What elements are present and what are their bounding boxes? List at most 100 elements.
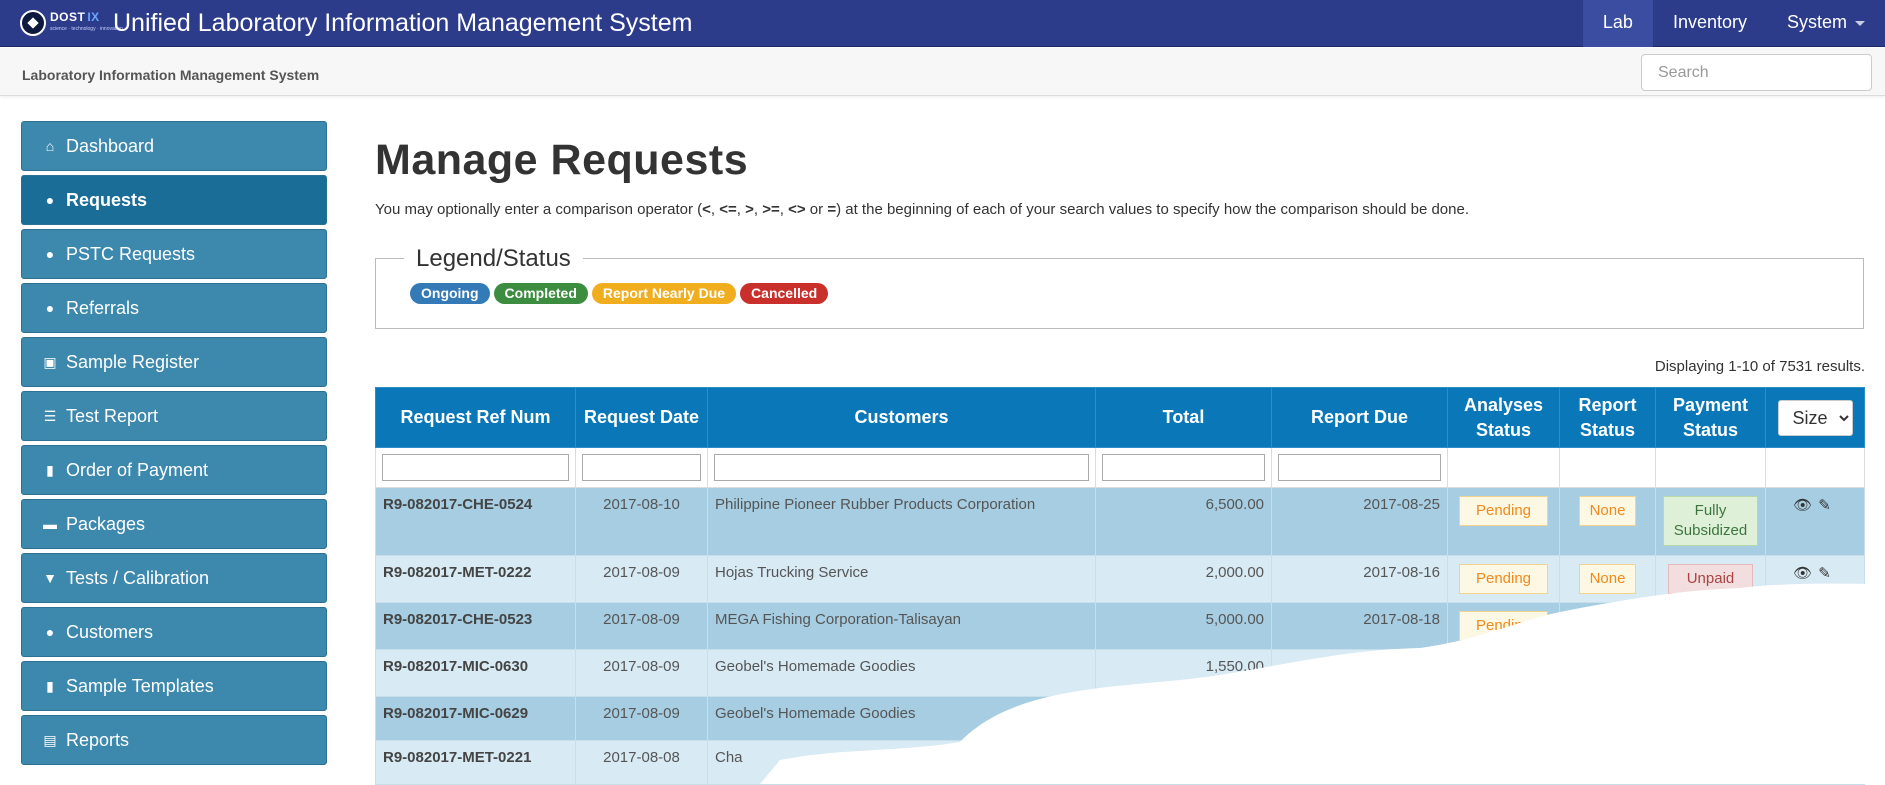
- inbox-icon: ▣: [43, 353, 57, 370]
- payment-status: Fully Subsidized: [1663, 496, 1758, 546]
- list-icon: ☰: [43, 407, 57, 424]
- cell-ref: R9-082017-MET-0221: [375, 740, 576, 785]
- report-status: None: [1578, 496, 1637, 526]
- page-size-select[interactable]: Size: [1777, 399, 1853, 436]
- sidebar-item-reports[interactable]: ▤ Reports: [21, 715, 327, 765]
- nav-system[interactable]: System: [1767, 0, 1885, 47]
- sidebar-item-packages[interactable]: ▬ Packages: [21, 499, 327, 549]
- nav-inventory[interactable]: Inventory: [1653, 0, 1767, 47]
- edit-icon[interactable]: ✎: [1818, 497, 1837, 514]
- sidebar-item-label: Sample Templates: [66, 675, 214, 696]
- chevron-down-icon: [1855, 20, 1865, 26]
- sidebar-item-tests-calibration[interactable]: ▼ Tests / Calibration: [21, 553, 327, 603]
- sidebar-item-dashboard[interactable]: ⌂ Dashboard: [21, 121, 327, 171]
- badge-completed: Completed: [493, 283, 588, 304]
- col-header-total[interactable]: Total: [1095, 387, 1272, 448]
- cell-customer: MEGA Fishing Corporation-Talisayan: [707, 602, 1096, 650]
- filter-row: [375, 447, 1865, 488]
- badge-report-nearly-due: Report Nearly Due: [591, 283, 737, 304]
- table-row[interactable]: R9-082017-MIC-0630 2017-08-09 Geobel's H…: [375, 649, 1865, 697]
- top-nav: Lab Inventory System: [1582, 0, 1885, 47]
- table-row[interactable]: R9-082017-MET-0221 2017-08-08 Cha: [375, 740, 1865, 785]
- cell-ref: R9-082017-MIC-0630: [375, 649, 576, 697]
- cell-customer: Hojas Trucking Service: [707, 555, 1096, 603]
- requests-table: Request Ref Num Request Date Customers T…: [375, 387, 1865, 785]
- sidebar: ⌂ Dashboard ● Requests ● PSTC Requests ● Ref…: [21, 121, 327, 769]
- cell-report-due: 2017-08-16: [1271, 555, 1448, 603]
- col-header-customers[interactable]: Customers: [707, 387, 1096, 448]
- cell-report-due: 2017-08-25: [1271, 487, 1448, 556]
- cell-total: 5,000.00: [1095, 602, 1272, 650]
- logo-suffix: IX: [87, 10, 100, 24]
- cell-ref: R9-082017-MIC-0629: [375, 696, 576, 741]
- filter-total-input[interactable]: [1102, 454, 1265, 481]
- nav-lab[interactable]: Lab: [1582, 0, 1653, 47]
- col-header-report-due[interactable]: Report Due: [1271, 387, 1448, 448]
- nav-lab-label: Lab: [1602, 12, 1633, 32]
- page-title: Manage Requests: [375, 136, 749, 184]
- filter-customer-input[interactable]: [714, 454, 1089, 481]
- report-status: None: [1578, 564, 1637, 594]
- cell-ref: R9-082017-CHE-0524: [375, 487, 576, 556]
- cell-report-due: 2017-08-15: [1271, 649, 1448, 697]
- table-row[interactable]: R9-082017-CHE-0524 2017-08-10 Philippine…: [375, 487, 1865, 556]
- legend-title: Legend/Status: [404, 245, 583, 273]
- sidebar-item-test-report[interactable]: ☰ Test Report: [21, 391, 327, 441]
- cell-ref: R9-082017-MET-0222: [375, 555, 576, 603]
- view-icon[interactable]: 👁: [1793, 497, 1818, 514]
- sidebar-item-customers[interactable]: ● Customers: [21, 607, 327, 657]
- table-row[interactable]: R9-082017-MET-0222 2017-08-09 Hojas Truc…: [375, 555, 1865, 603]
- analyses-status: Pending: [1458, 496, 1549, 526]
- legend-badges: Ongoing Completed Report Nearly Due Canc…: [410, 283, 829, 304]
- file-icon: ▮: [46, 461, 54, 478]
- cell-total: 6,500.00: [1095, 487, 1272, 556]
- analyses-status: Pending: [1458, 564, 1549, 594]
- sidebar-item-sample-register[interactable]: ▣ Sample Register: [21, 337, 327, 387]
- sidebar-item-label: Test Report: [66, 405, 159, 426]
- cell-date: 2017-08-08: [575, 740, 708, 785]
- view-icon[interactable]: 👁: [1793, 565, 1818, 582]
- sidebar-item-label: Referrals: [66, 297, 140, 318]
- col-header-ref[interactable]: Request Ref Num: [375, 387, 576, 448]
- search-input[interactable]: [1641, 54, 1872, 91]
- cell-customer: Geobel's Homemade Goodies: [707, 649, 1096, 697]
- filter-ref-input[interactable]: [382, 454, 569, 481]
- cell-report-due: 2017-08-18: [1271, 602, 1448, 650]
- sidebar-item-sample-templates[interactable]: ▮ Sample Templates: [21, 661, 327, 711]
- help-text: You may optionally enter a comparison op…: [375, 201, 1469, 218]
- cell-date: 2017-08-09: [575, 649, 708, 697]
- table-row[interactable]: R9-082017-CHE-0523 2017-08-09 MEGA Fishi…: [375, 602, 1865, 650]
- cell-customer: Philippine Pioneer Rubber Products Corpo…: [707, 487, 1096, 556]
- globe-icon: ●: [45, 246, 55, 262]
- legend-fieldset: Legend/Status Ongoing Completed Report N…: [375, 245, 1864, 329]
- cell-total: 2,000.00: [1095, 555, 1272, 603]
- edit-icon[interactable]: ✎: [1818, 565, 1837, 582]
- col-header-date[interactable]: Request Date: [575, 387, 708, 448]
- user-icon: ●: [45, 624, 55, 640]
- sidebar-item-requests[interactable]: ● Requests: [21, 175, 327, 225]
- globe-icon: ●: [45, 192, 55, 208]
- app-title[interactable]: Unified Laboratory Information Managemen…: [113, 8, 692, 38]
- cell-date: 2017-08-09: [575, 602, 708, 650]
- sidebar-item-label: Dashboard: [66, 135, 155, 156]
- report-status: None: [1578, 611, 1637, 641]
- col-header-size: Size: [1765, 387, 1865, 448]
- sidebar-item-pstc-requests[interactable]: ● PSTC Requests: [21, 229, 327, 279]
- cell-ref: R9-082017-CHE-0523: [375, 602, 576, 650]
- sidebar-item-order-of-payment[interactable]: ▮ Order of Payment: [21, 445, 327, 495]
- logo-tagline: science · technology · innovation: [50, 26, 123, 32]
- sidebar-item-label: Requests: [66, 189, 148, 210]
- cell-customer: Geobel's Homemade Goodies: [707, 696, 1096, 741]
- cell-date: 2017-08-09: [575, 696, 708, 741]
- cell-date: 2017-08-09: [575, 555, 708, 603]
- sidebar-item-label: Order of Payment: [66, 459, 209, 480]
- report-icon: ▤: [43, 731, 57, 748]
- filter-report-due-input[interactable]: [1278, 454, 1441, 481]
- analyses-status: Pending: [1458, 658, 1549, 688]
- sidebar-item-referrals[interactable]: ● Referrals: [21, 283, 327, 333]
- table-row[interactable]: R9-082017-MIC-0629 2017-08-09 Geobel's H…: [375, 696, 1865, 741]
- filter-date-input[interactable]: [582, 454, 701, 481]
- col-header-analyses-status: Analyses Status: [1447, 387, 1560, 448]
- filter-icon: ▼: [43, 570, 57, 586]
- briefcase-icon: ▬: [43, 516, 57, 532]
